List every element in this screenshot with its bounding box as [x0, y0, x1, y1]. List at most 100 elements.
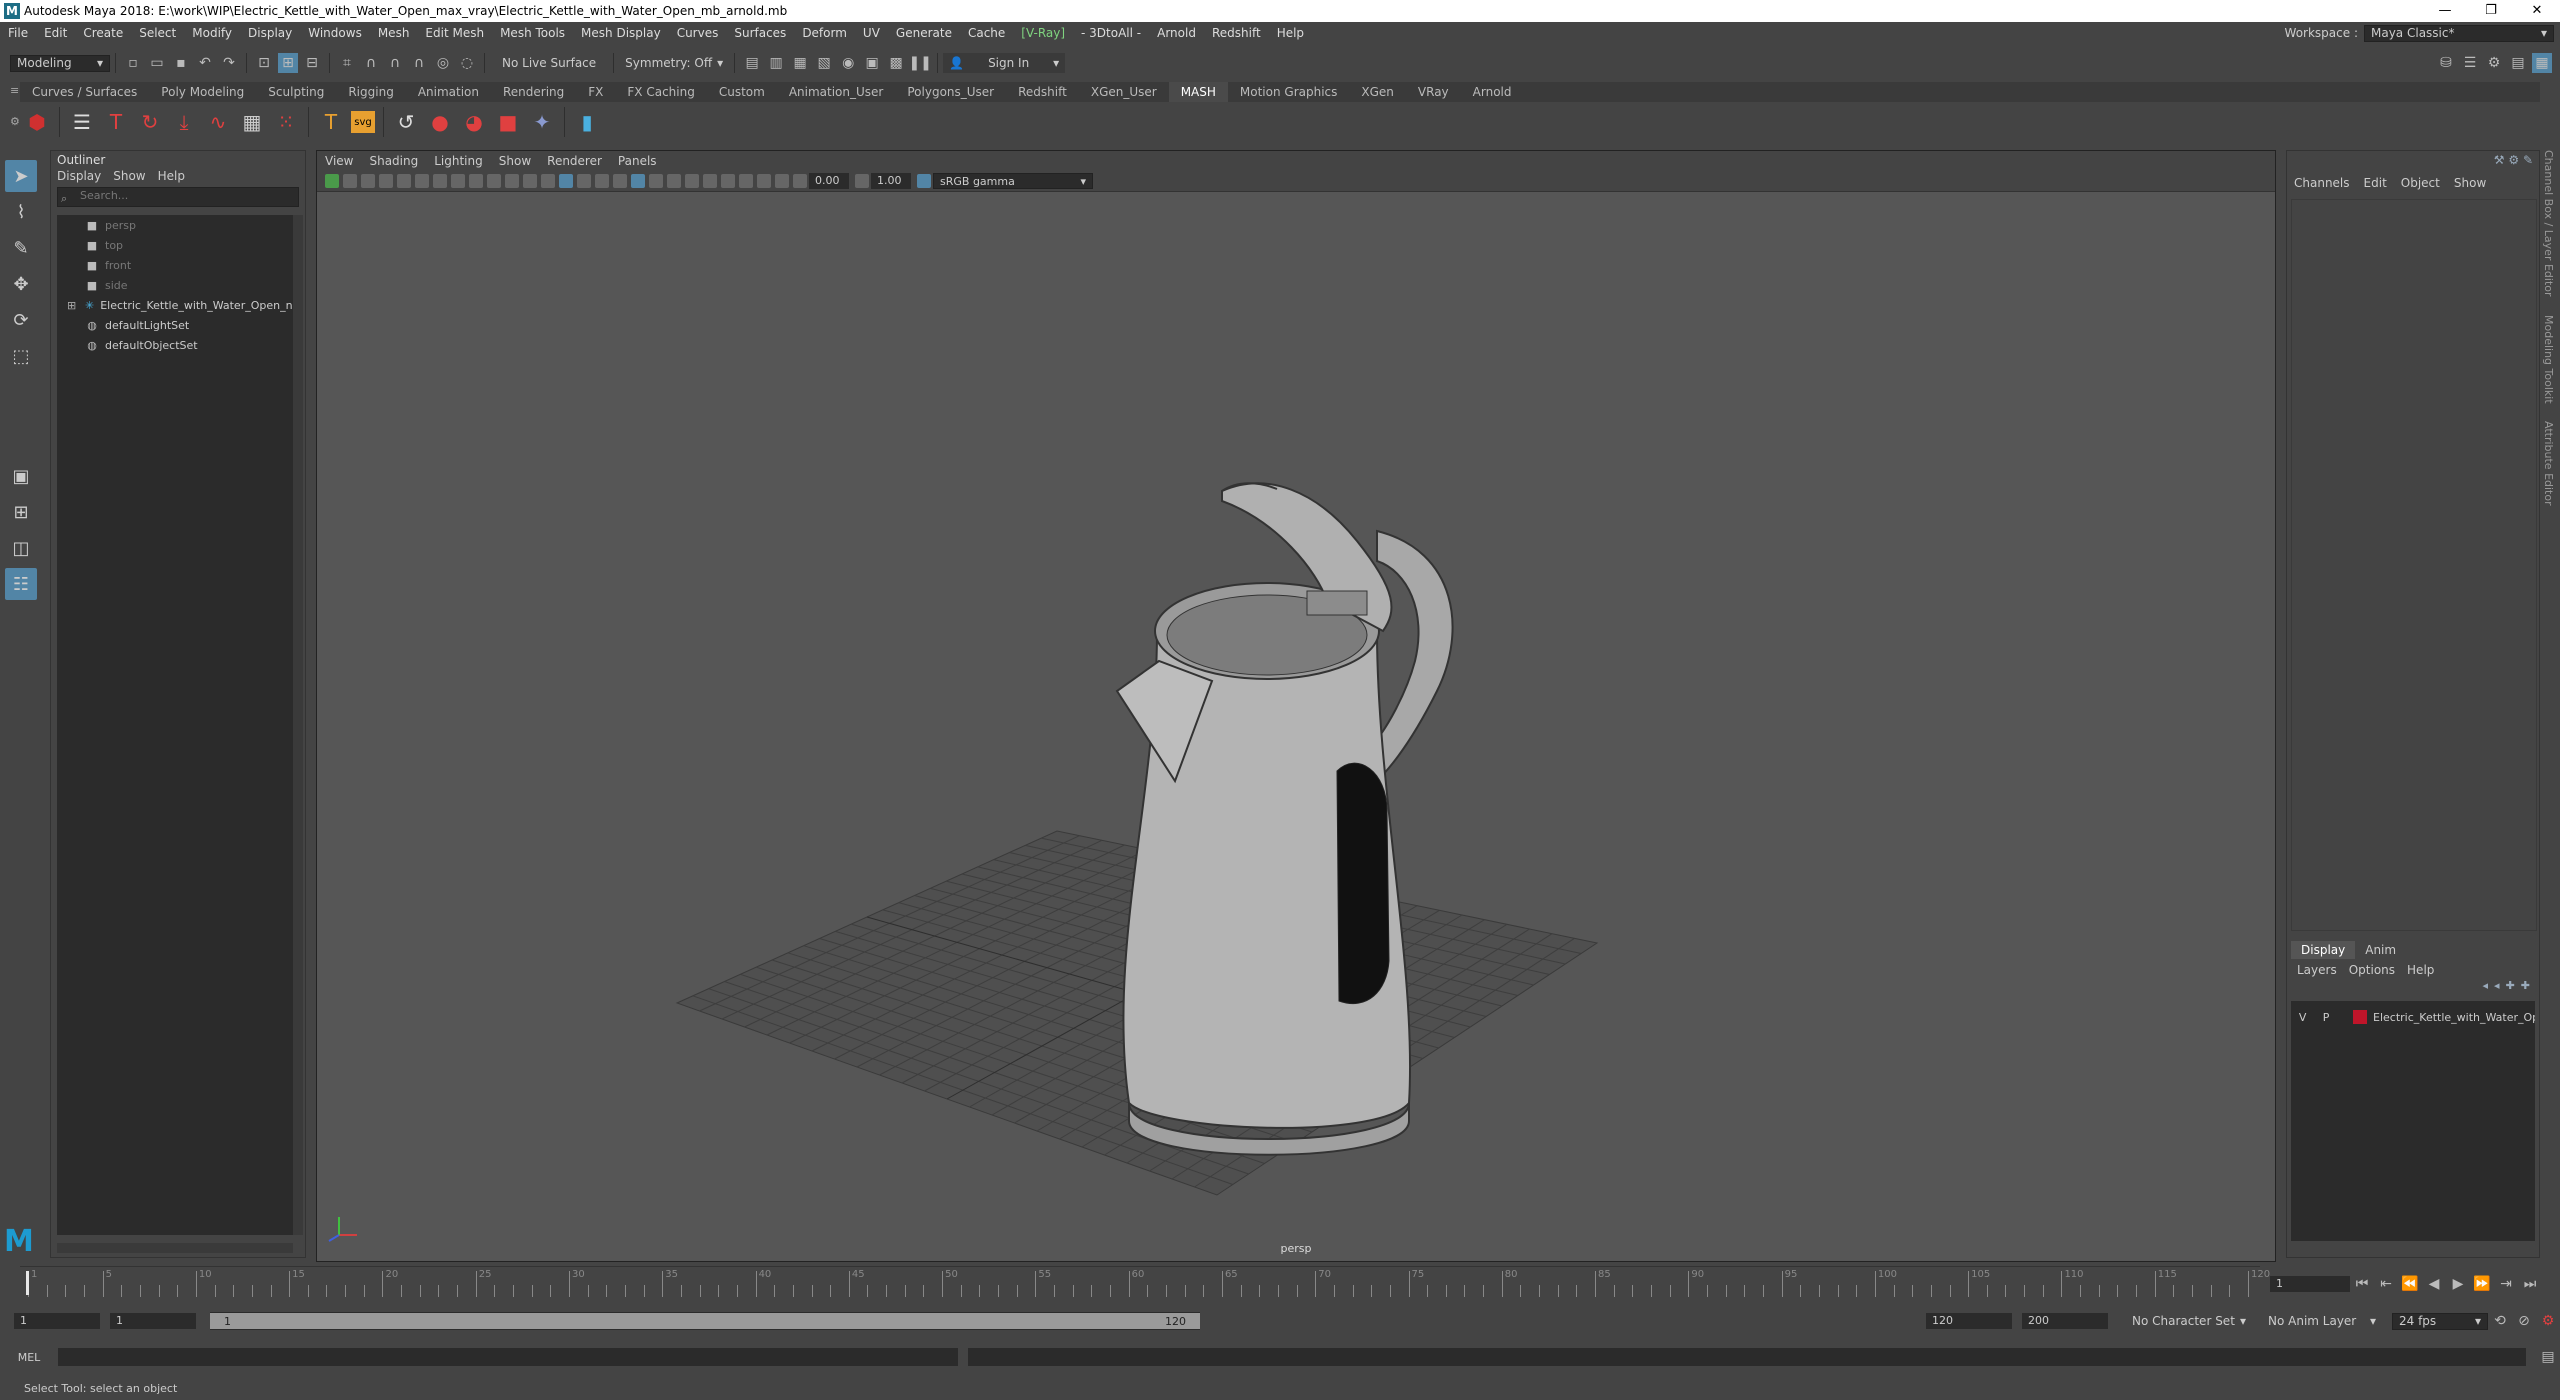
outliner-menu-help[interactable]: Help	[152, 169, 191, 183]
outliner-scrollbar[interactable]	[293, 215, 303, 1235]
menu-mesh-display[interactable]: Mesh Display	[573, 22, 669, 44]
menu-mesh-tools[interactable]: Mesh Tools	[492, 22, 573, 44]
shelf-tab-rigging[interactable]: Rigging	[336, 82, 405, 102]
color-space-dropdown[interactable]: sRGB gamma ▾	[933, 173, 1093, 189]
viewport-menu-panels[interactable]: Panels	[610, 151, 665, 171]
mash-outliner-icon[interactable]: ▮	[573, 108, 601, 136]
gamma-icon[interactable]	[855, 174, 869, 188]
menu-curves[interactable]: Curves	[669, 22, 727, 44]
hypershade-icon[interactable]: ◉	[838, 53, 858, 73]
use-lights-icon[interactable]	[613, 174, 627, 188]
anim-prefs-icon[interactable]: ⚙	[2538, 1311, 2558, 1331]
shelf-tab-xgen-user[interactable]: XGen_User	[1079, 82, 1169, 102]
step-forward-key-icon[interactable]: ⇥	[2496, 1274, 2516, 1294]
menu-3dtoall[interactable]: - 3DtoAll -	[1073, 22, 1149, 44]
ambient-occlusion-icon[interactable]	[667, 174, 681, 188]
exposure-icon[interactable]	[793, 174, 807, 188]
menu-deform[interactable]: Deform	[794, 22, 855, 44]
layer-menu-options[interactable]: Options	[2343, 963, 2401, 977]
four-view-icon[interactable]: ⊞	[5, 496, 37, 528]
channel-menu-edit[interactable]: Edit	[2357, 171, 2394, 195]
menu-surfaces[interactable]: Surfaces	[726, 22, 794, 44]
outliner-persp-icon[interactable]: ☷	[5, 568, 37, 600]
viewport-menu-view[interactable]: View	[317, 151, 361, 171]
move-layer-down-icon[interactable]: ◂	[2494, 979, 2500, 992]
go-end-icon[interactable]: ⏭	[2520, 1274, 2540, 1294]
mash-text-icon[interactable]: T	[102, 108, 130, 136]
mash-fracture-icon[interactable]: ✦	[528, 108, 556, 136]
sign-in-button[interactable]: 👤 Sign In ▾	[943, 53, 1066, 73]
kettle-model[interactable]	[1115, 482, 1454, 1156]
modeling-toolkit-icon[interactable]: ⛁	[2436, 53, 2456, 73]
bookmark-icon[interactable]	[379, 174, 393, 188]
pin-icon[interactable]: ✎	[2523, 153, 2533, 167]
outliner-menu-show[interactable]: Show	[107, 169, 151, 183]
menu-windows[interactable]: Windows	[300, 22, 370, 44]
type-tool-icon[interactable]: T	[317, 108, 345, 136]
layer-visibility-toggle[interactable]: V	[2291, 1011, 2314, 1024]
step-forward-icon[interactable]: ⏩	[2472, 1274, 2492, 1294]
shelf-tab-redshift[interactable]: Redshift	[1006, 82, 1079, 102]
outliner-hscrollbar[interactable]	[57, 1243, 293, 1253]
menu-redshift[interactable]: Redshift	[1204, 22, 1269, 44]
isolate-select-icon[interactable]	[739, 174, 753, 188]
outliner-item[interactable]: ◍ defaultLightSet	[57, 315, 293, 335]
mash-cubes-icon[interactable]: ■	[494, 108, 522, 136]
fps-dropdown[interactable]: 24 fps ▾	[2392, 1312, 2488, 1330]
gamma-field[interactable]: 1.00	[871, 173, 911, 189]
shelf-tab-fx-caching[interactable]: FX Caching	[615, 82, 706, 102]
wireframe-on-shaded-icon[interactable]	[577, 174, 591, 188]
time-slider[interactable]: 1 5 10 15 20 25 30 35 40 45 50 55 60 65 70 75 80 85 90 95 10…	[20, 1266, 2270, 1298]
end-frame-field[interactable]: 120	[1926, 1313, 2012, 1329]
grease-pencil-icon[interactable]	[415, 174, 429, 188]
gate-mask-icon[interactable]	[487, 174, 501, 188]
range-slider[interactable]: 1 120	[210, 1312, 1200, 1330]
image-plane-icon[interactable]	[397, 174, 411, 188]
channel-menu-object[interactable]: Object	[2394, 171, 2447, 195]
outliner-item[interactable]: ■ front	[57, 255, 293, 275]
anim-start-field[interactable]: 1	[110, 1313, 196, 1329]
select-hierarchy-icon[interactable]: ⊡	[254, 53, 274, 73]
layer-color-swatch[interactable]	[2353, 1010, 2368, 1024]
shelf-tab-custom[interactable]: Custom	[707, 82, 777, 102]
scale-tool-icon[interactable]: ⬚	[5, 340, 37, 372]
menu-cache[interactable]: Cache	[960, 22, 1013, 44]
mash-drop-icon[interactable]: ⤓	[170, 108, 198, 136]
depth-of-field-icon[interactable]	[721, 174, 735, 188]
field-chart-icon[interactable]	[505, 174, 519, 188]
layer-menu-layers[interactable]: Layers	[2291, 963, 2343, 977]
layer-tab-display[interactable]: Display	[2291, 941, 2356, 959]
camera-select-icon[interactable]	[325, 174, 339, 188]
shadows-icon[interactable]	[631, 174, 645, 188]
snap-surface-icon[interactable]: ◎	[433, 53, 453, 73]
menu-select[interactable]: Select	[131, 22, 184, 44]
snap-point-icon[interactable]: ∩	[385, 53, 405, 73]
menu-edit-mesh[interactable]: Edit Mesh	[417, 22, 492, 44]
outliner-search-input[interactable]: Search...	[57, 187, 299, 207]
layer-name[interactable]: Electric_Kettle_with_Water_Op	[2373, 1011, 2535, 1024]
shelf-tab-vray[interactable]: VRay	[1406, 82, 1461, 102]
exposure-field[interactable]: 0.00	[809, 173, 849, 189]
svg-tool-icon[interactable]: svg	[351, 111, 375, 133]
menu-generate[interactable]: Generate	[888, 22, 960, 44]
mash-network-icon[interactable]: ⬢	[23, 108, 51, 136]
outliner-item[interactable]: ■ top	[57, 235, 293, 255]
shelf-tab-motion-graphics[interactable]: Motion Graphics	[1228, 82, 1350, 102]
shelf-tab-arnold[interactable]: Arnold	[1461, 82, 1524, 102]
camera-lock-icon[interactable]	[343, 174, 357, 188]
shelf-tab-curves-surfaces[interactable]: Curves / Surfaces	[20, 82, 149, 102]
viewport-menu-lighting[interactable]: Lighting	[426, 151, 491, 171]
xray-components-icon[interactable]	[775, 174, 789, 188]
menu-modify[interactable]: Modify	[184, 22, 240, 44]
close-button[interactable]: ✕	[2514, 0, 2560, 22]
select-component-icon[interactable]: ⊟	[302, 53, 322, 73]
symmetry-dropdown[interactable]: Symmetry: Off ▾	[619, 54, 730, 72]
arnold-render-icon[interactable]: ▣	[862, 53, 882, 73]
xray-joints-icon[interactable]	[757, 174, 771, 188]
layer-menu-help[interactable]: Help	[2401, 963, 2440, 977]
tool-settings-icon[interactable]: ⚙	[2484, 53, 2504, 73]
viewport-menu-renderer[interactable]: Renderer	[539, 151, 610, 171]
restore-button[interactable]: ❐	[2468, 0, 2514, 22]
move-tool-icon[interactable]: ✥	[5, 268, 37, 300]
smooth-shade-icon[interactable]	[559, 174, 573, 188]
